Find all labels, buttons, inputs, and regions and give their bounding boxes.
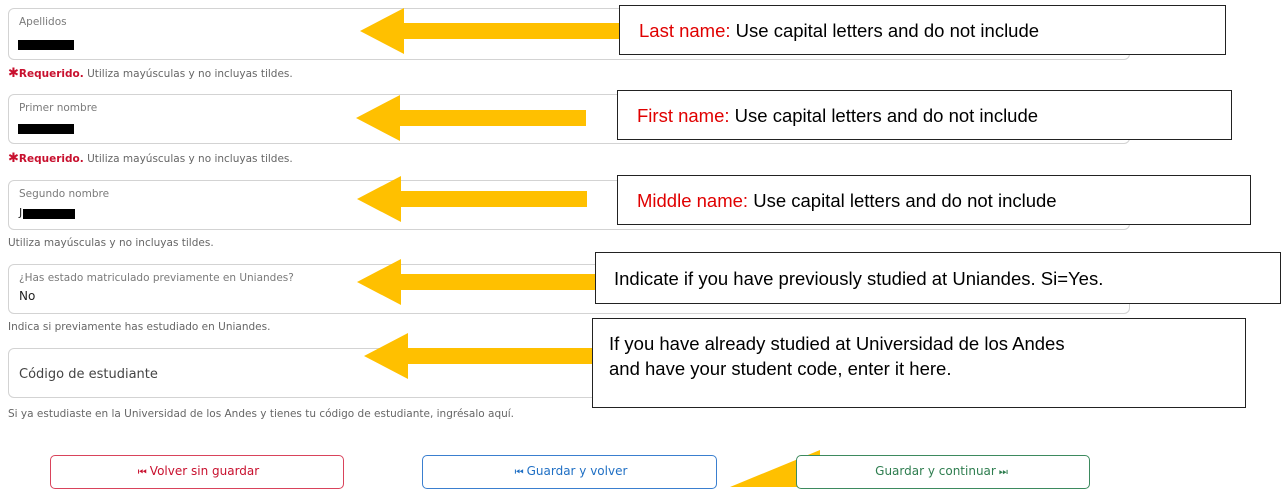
required-icon: ✱	[8, 66, 19, 81]
redacted-value	[23, 209, 75, 219]
callout-first-name: First name: Use capital letters and do n…	[617, 90, 1232, 140]
prior-enrollment-label: ¿Has estado matriculado previamente en U…	[19, 272, 294, 284]
redacted-value	[18, 40, 74, 50]
segundo-nombre-label: Segundo nombre	[19, 188, 110, 200]
primer-nombre-help: ✱Requerido. Utiliza mayúsculas y no incl…	[8, 151, 293, 166]
student-code-help: Si ya estudiaste en la Universidad de lo…	[8, 408, 515, 420]
primer-nombre-label: Primer nombre	[19, 102, 98, 114]
prior-enrollment-help: Indica si previamente has estudiado en U…	[8, 321, 271, 333]
arrow-icon	[356, 95, 586, 141]
apellidos-help: ✱Requerido. Utiliza mayúsculas y no incl…	[8, 66, 293, 81]
back-without-saving-button[interactable]: ⏮ Volver sin guardar	[50, 455, 344, 489]
callout-prior-enrollment: Indicate if you have previously studied …	[595, 252, 1281, 304]
callout-student-code: If you have already studied at Universid…	[592, 318, 1246, 408]
student-code-placeholder: Código de estudiante	[19, 367, 158, 382]
callout-last-name: Last name: Use capital letters and do no…	[619, 5, 1226, 55]
arrow-icon	[357, 259, 597, 305]
skip-back-icon: ⏮	[137, 467, 147, 478]
callout-middle-name: Middle name: Use capital letters and do …	[617, 175, 1251, 225]
apellidos-label: Apellidos	[19, 16, 67, 28]
skip-forward-icon: ⏭	[998, 467, 1008, 478]
prior-enrollment-value: No	[19, 289, 36, 303]
save-and-back-button[interactable]: ⏮ Guardar y volver	[422, 455, 717, 489]
skip-back-icon: ⏮	[514, 467, 524, 478]
arrow-icon	[360, 8, 625, 54]
required-icon: ✱	[8, 151, 19, 166]
arrow-icon	[357, 176, 587, 222]
save-and-continue-button[interactable]: Guardar y continuar ⏭	[796, 455, 1090, 489]
arrow-icon	[364, 333, 597, 379]
redacted-value	[18, 124, 74, 134]
segundo-nombre-value: J	[19, 206, 23, 219]
segundo-nombre-help: Utiliza mayúsculas y no incluyas tildes.	[8, 237, 214, 249]
